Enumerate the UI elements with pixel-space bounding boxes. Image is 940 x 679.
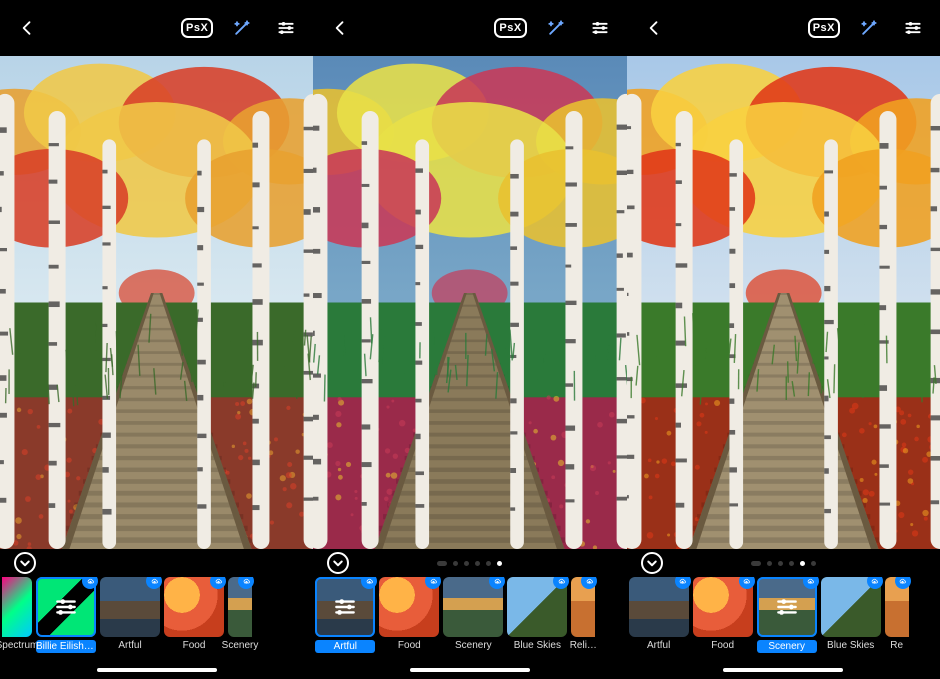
filter-thumb-label: Artful	[315, 640, 375, 653]
filter-strip[interactable]: ArtfulFoodSceneryBlue SkiesRe	[627, 577, 940, 661]
magic-wand-icon[interactable]	[541, 13, 571, 43]
chevron-down-icon[interactable]	[641, 552, 663, 574]
filter-thumb-reli[interactable]: Reli…	[571, 577, 595, 651]
sliders-icon[interactable]	[898, 13, 928, 43]
back-icon[interactable]	[12, 13, 42, 43]
back-icon[interactable]	[639, 13, 669, 43]
filter-thumb-label: Scenery	[210, 640, 270, 651]
chevron-down-icon[interactable]	[327, 552, 349, 574]
filter-thumb-food[interactable]: Food	[693, 577, 753, 651]
filter-thumb-scenery[interactable]: Scenery	[443, 577, 503, 651]
home-indicator	[313, 661, 626, 679]
filter-thumb-artful[interactable]: Artful	[629, 577, 689, 651]
filter-thumb-artful[interactable]: Artful	[315, 577, 375, 653]
psx-button[interactable]: PsX	[181, 18, 213, 38]
filter-thumb-label: Artful	[629, 640, 689, 651]
home-indicator	[627, 661, 940, 679]
top-toolbar: PsX	[627, 0, 940, 56]
psx-button[interactable]: PsX	[494, 18, 526, 38]
image-canvas[interactable]	[627, 56, 940, 549]
top-toolbar: PsX	[0, 0, 313, 56]
filter-strip[interactable]: ArtfulFoodSceneryBlue SkiesReli…	[313, 577, 626, 661]
filter-thumb-spectrum[interactable]: Spectrum	[2, 577, 32, 651]
filter-thumb-food[interactable]: Food	[379, 577, 439, 651]
filter-thumb-label: Scenery	[757, 640, 817, 653]
filter-thumb-artful[interactable]: Artful	[100, 577, 160, 651]
image-canvas[interactable]	[313, 56, 626, 549]
top-toolbar: PsX	[313, 0, 626, 56]
filter-thumb-label: Scenery	[443, 640, 503, 651]
page-indicator	[751, 561, 816, 566]
sliders-icon[interactable]	[585, 13, 615, 43]
sliders-icon[interactable]	[271, 13, 301, 43]
magic-wand-icon[interactable]	[854, 13, 884, 43]
filter-thumb-scenery[interactable]: Scenery	[228, 577, 252, 651]
filter-thumb-label: Food	[379, 640, 439, 651]
filter-thumb-art	[2, 577, 32, 637]
filter-thumb-label: Re	[867, 640, 927, 651]
filter-thumb-scenery[interactable]: Scenery	[757, 577, 817, 653]
magic-wand-icon[interactable]	[227, 13, 257, 43]
filter-thumb-label: Billie Eilish Bl…	[36, 640, 96, 653]
filter-thumb-label: Artful	[100, 640, 160, 651]
filter-thumb-label: Food	[693, 640, 753, 651]
page-indicator	[437, 561, 502, 566]
filter-thumb-billie[interactable]: Billie Eilish Bl…	[36, 577, 96, 653]
image-canvas[interactable]	[0, 56, 313, 549]
chevron-down-icon[interactable]	[14, 552, 36, 574]
back-icon[interactable]	[325, 13, 355, 43]
home-indicator	[0, 661, 313, 679]
psx-button[interactable]: PsX	[808, 18, 840, 38]
filter-thumb-reli[interactable]: Re	[885, 577, 909, 651]
filter-thumb-label: Reli…	[553, 640, 613, 651]
filter-strip[interactable]: SpectrumBillie Eilish Bl…ArtfulFoodScene…	[0, 577, 313, 661]
